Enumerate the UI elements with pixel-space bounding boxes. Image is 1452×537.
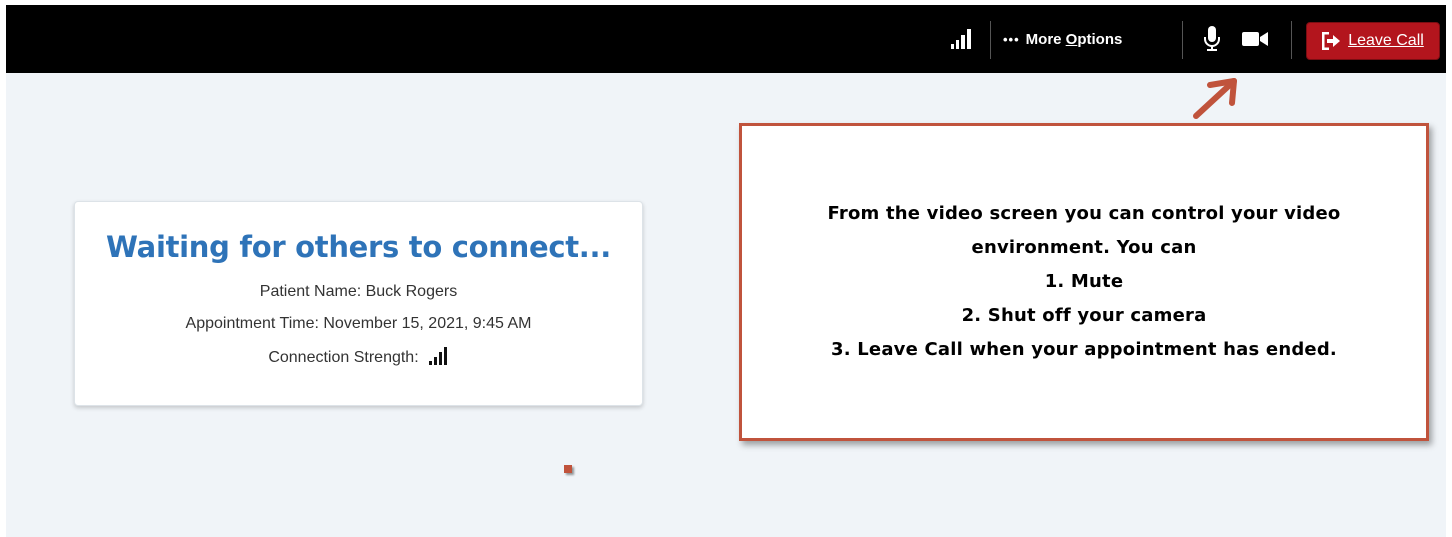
instruction-callout: From the video screen you can control yo…: [739, 123, 1429, 441]
sign-out-icon: [1322, 32, 1341, 50]
more-options-button[interactable]: ••• More Options: [1003, 5, 1122, 73]
cursor-marker: [564, 465, 572, 473]
callout-line: From the video screen you can control yo…: [827, 203, 1341, 224]
more-options-label: More Options: [1025, 30, 1123, 48]
patient-name: Patient Name: Buck Rogers: [259, 283, 458, 300]
waiting-title: Waiting for others to connect...: [106, 230, 611, 264]
signal-bars-icon: [951, 5, 973, 73]
toolbar-divider: [1291, 21, 1292, 59]
ellipsis-icon: •••: [1003, 31, 1020, 47]
leave-call-button[interactable]: Leave Call: [1306, 22, 1440, 60]
appointment-time: Appointment Time: November 15, 2021, 9:4…: [185, 315, 532, 332]
leave-call-label: Leave Call: [1348, 32, 1424, 49]
video-camera-icon: [1242, 32, 1268, 46]
waiting-card: Waiting for others to connect... Patient…: [74, 201, 643, 406]
connection-strength-row: Connection Strength:: [75, 347, 642, 367]
callout-line: 3. Leave Call when your appointment has …: [831, 339, 1337, 360]
camera-toggle-button[interactable]: [1242, 5, 1268, 73]
video-screen: ••• More Options Leave Call Waiting for …: [6, 5, 1446, 537]
callout-line: environment. You can: [971, 237, 1197, 258]
toolbar-divider: [1182, 21, 1183, 59]
mute-button[interactable]: [1203, 5, 1221, 73]
microphone-icon: [1204, 26, 1220, 51]
toolbar-divider: [990, 21, 991, 59]
callout-line: 2. Shut off your camera: [961, 305, 1207, 326]
callout-line: 1. Mute: [1044, 271, 1124, 292]
call-toolbar: ••• More Options Leave Call: [6, 5, 1446, 73]
connection-signal-icon: [428, 347, 449, 365]
annotation-arrow-icon: [1193, 78, 1237, 119]
connection-strength-label: Connection Strength:: [268, 349, 419, 366]
